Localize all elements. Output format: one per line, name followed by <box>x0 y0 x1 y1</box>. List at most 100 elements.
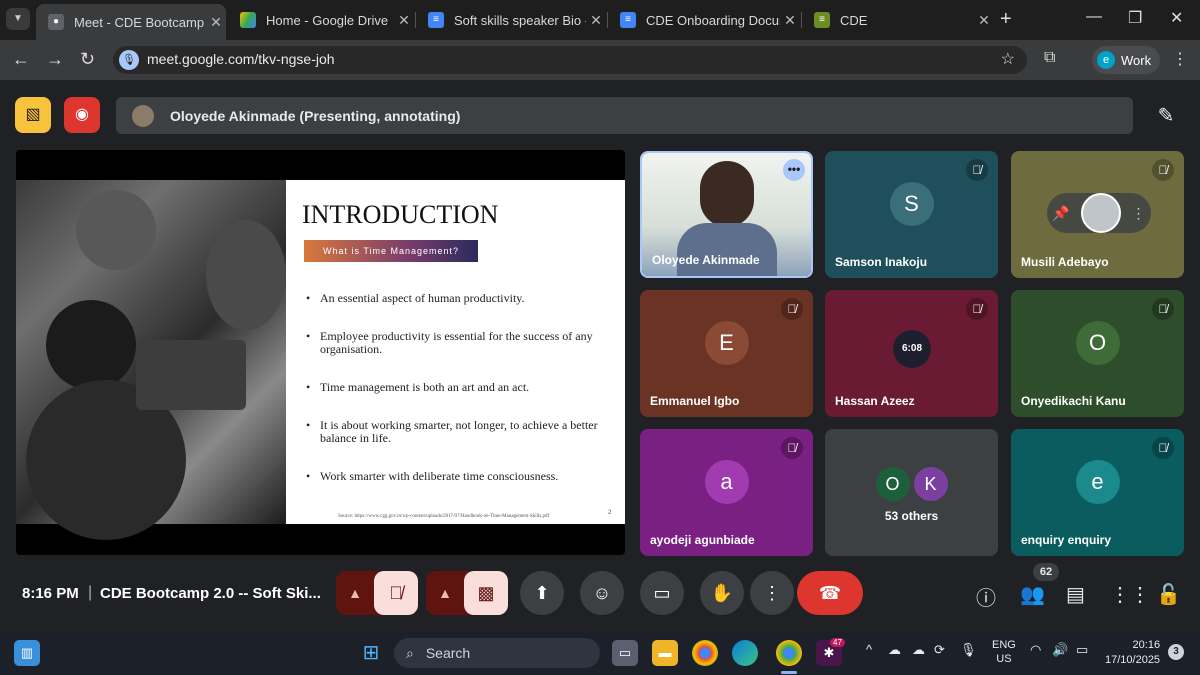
present-screen-button[interactable]: ⬆ <box>520 571 564 615</box>
emoji-reaction-button[interactable]: ☺ <box>580 571 624 615</box>
address-bar[interactable]: 🎙 meet.google.com/tkv-ngse-joh ☆ <box>113 46 1027 74</box>
participant-tile[interactable]: 🎙̸ e enquiry enquiry <box>1011 429 1184 556</box>
slide-bullets: An essential aspect of human productivit… <box>306 292 606 508</box>
onedrive-icon[interactable]: ☁ <box>888 642 901 658</box>
new-tab-icon[interactable]: + <box>1000 8 1012 31</box>
language-code: ENG <box>992 639 1016 651</box>
participant-avatar: O <box>875 467 910 501</box>
notification-count-badge[interactable]: 3 <box>1168 644 1184 660</box>
close-tab-icon[interactable]: ✕ <box>206 14 226 31</box>
more-options-button[interactable]: ⋮ <box>750 571 794 615</box>
close-tab-icon[interactable]: ✕ <box>394 12 414 29</box>
participant-tile-speaker[interactable]: ••• Oloyede Akinmade <box>640 151 813 278</box>
docs-icon: ≡ <box>620 12 636 28</box>
widgets-icon[interactable]: ▥ <box>14 640 40 666</box>
bullet-item: Time management is both an art and an ac… <box>306 381 606 395</box>
bookmark-star-icon[interactable]: ☆ <box>1001 49 1015 69</box>
browser-toolbar: ← → ↻ 🎙 meet.google.com/tkv-ngse-joh ☆ ⧉… <box>0 40 1200 80</box>
host-controls-icon[interactable]: 🔓 <box>1156 582 1181 607</box>
more-options-icon[interactable]: ••• <box>783 159 805 181</box>
participant-avatar: O <box>1075 321 1120 366</box>
language-indicator[interactable]: ENG US <box>992 638 1016 666</box>
participant-avatar: S <box>889 182 934 227</box>
meeting-info-icon[interactable]: ⓘ <box>976 582 996 611</box>
mic-off-icon: 🎙̸ <box>1152 437 1174 459</box>
microphone-icon[interactable]: 🎙 <box>960 642 977 658</box>
cloud-icon[interactable]: ☁ <box>912 642 925 658</box>
chrome-icon[interactable] <box>692 640 718 666</box>
browser-tab-strip: ▼ ● Meet - CDE Bootcamp ✕ Home - Google … <box>0 0 1200 40</box>
profile-button[interactable]: e Work <box>1092 46 1160 74</box>
participant-tile[interactable]: 🎙̸ E Emmanuel Igbo <box>640 290 813 417</box>
presenting-banner: Oloyede Akinmade (Presenting, annotating… <box>116 97 1133 134</box>
sync-icon[interactable]: ⟳ <box>934 642 945 658</box>
back-icon[interactable]: ← <box>12 49 30 70</box>
participant-avatar: E <box>704 321 749 366</box>
people-icon[interactable]: 👥 <box>1020 582 1045 607</box>
tab-drive[interactable]: Home - Google Drive ✕ <box>228 4 414 36</box>
participant-tile[interactable]: 🎙̸ S Samson Inakoju <box>825 151 998 278</box>
tab-onboarding-doc[interactable]: ≡ CDE Onboarding Docume ✕ <box>608 4 800 36</box>
tab-label: Home - Google Drive <box>266 12 389 28</box>
browser-menu-icon[interactable]: ⋮ <box>1172 49 1188 69</box>
chrome-profile-icon[interactable] <box>776 640 802 666</box>
profile-avatar: e <box>1097 51 1115 69</box>
tab-cde-sheet[interactable]: ≡ CDE ✕ <box>802 4 994 36</box>
mic-off-icon: 🎙̸ <box>966 298 988 320</box>
windows-start-icon[interactable]: ⊞ <box>358 640 384 666</box>
close-window-icon[interactable]: ✕ <box>1170 8 1183 28</box>
chat-icon[interactable]: ▤ <box>1066 582 1085 607</box>
participant-tile[interactable]: 🎙̸ a ayodeji agunbiade <box>640 429 813 556</box>
url-text[interactable]: meet.google.com/tkv-ngse-joh <box>147 51 335 67</box>
chevron-up-icon[interactable]: ▲ <box>336 571 374 615</box>
annotate-pen-icon[interactable]: ✎ <box>1148 98 1184 134</box>
forward-icon[interactable]: → <box>46 49 64 70</box>
task-view-icon[interactable]: ▭ <box>612 640 638 666</box>
camera-off-icon[interactable]: ▩ <box>464 571 508 615</box>
close-tab-icon[interactable]: ✕ <box>780 12 800 29</box>
captions-button[interactable]: ▭ <box>640 571 684 615</box>
captions-off-icon[interactable]: ▧ <box>15 97 51 133</box>
tab-soft-skills-doc[interactable]: ≡ Soft skills speaker Bio - G ✕ <box>416 4 606 36</box>
leave-call-button[interactable]: ☎ <box>797 571 863 615</box>
bullet-item: Employee productivity is essential for t… <box>306 330 606 356</box>
tab-meet[interactable]: ● Meet - CDE Bootcamp ✕ <box>36 4 226 40</box>
profile-label: Work <box>1121 52 1152 68</box>
taskbar-search[interactable]: ⌕ Search <box>394 638 600 668</box>
tab-label: Soft skills speaker Bio - G <box>454 12 586 28</box>
reload-icon[interactable]: ↻ <box>80 49 95 70</box>
region-code: US <box>996 653 1012 665</box>
edge-icon[interactable] <box>732 640 758 666</box>
tab-label: CDE <box>840 12 868 28</box>
activities-icon[interactable]: ⋮⋮ <box>1110 582 1150 607</box>
participant-tile[interactable]: 🎙̸ 📌 ⋮ Musili Adebayo <box>1011 151 1184 278</box>
extensions-icon[interactable]: ⧉ <box>1044 49 1055 67</box>
participant-name: ayodeji agunbiade <box>650 533 755 547</box>
pin-icon[interactable]: 📌 <box>1052 205 1069 222</box>
participant-tile[interactable]: 🎙̸ O Onyedikachi Kanu <box>1011 290 1184 417</box>
presenter-avatar <box>132 104 154 127</box>
minimize-icon[interactable]: — <box>1086 8 1102 26</box>
participant-avatar <box>1080 193 1121 233</box>
volume-icon[interactable]: 🔊 <box>1052 642 1068 658</box>
raise-hand-button[interactable]: ✋ <box>700 571 744 615</box>
mic-in-use-icon[interactable]: 🎙 <box>119 50 139 70</box>
close-tab-icon[interactable]: ✕ <box>974 12 994 29</box>
chevron-up-icon[interactable]: ▲ <box>426 571 464 615</box>
chevron-up-icon[interactable]: ^ <box>866 642 872 657</box>
mic-off-icon: 🎙̸ <box>1152 159 1174 181</box>
meet-icon: ● <box>48 14 64 30</box>
close-tab-icon[interactable]: ✕ <box>586 12 606 29</box>
mic-off-icon[interactable]: 🎙̸ <box>374 571 418 615</box>
participant-tile[interactable]: 🎙̸ 6:08 Hassan Azeez <box>825 290 998 417</box>
tab-search-chevron-icon[interactable]: ▼ <box>6 8 30 30</box>
recording-icon[interactable]: ◉ <box>64 97 100 133</box>
others-tile[interactable]: O K 53 others <box>825 429 998 556</box>
system-clock[interactable]: 20:16 17/10/2025 <box>1105 638 1160 668</box>
restore-icon[interactable]: ❐ <box>1128 8 1142 28</box>
wifi-icon[interactable]: ◠ <box>1030 642 1041 658</box>
meeting-title: CDE Bootcamp 2.0 -- Soft Ski... <box>100 585 321 602</box>
battery-icon[interactable]: ▭ <box>1076 642 1088 658</box>
more-options-icon[interactable]: ⋮ <box>1132 205 1146 222</box>
file-explorer-icon[interactable]: ▬ <box>652 640 678 666</box>
